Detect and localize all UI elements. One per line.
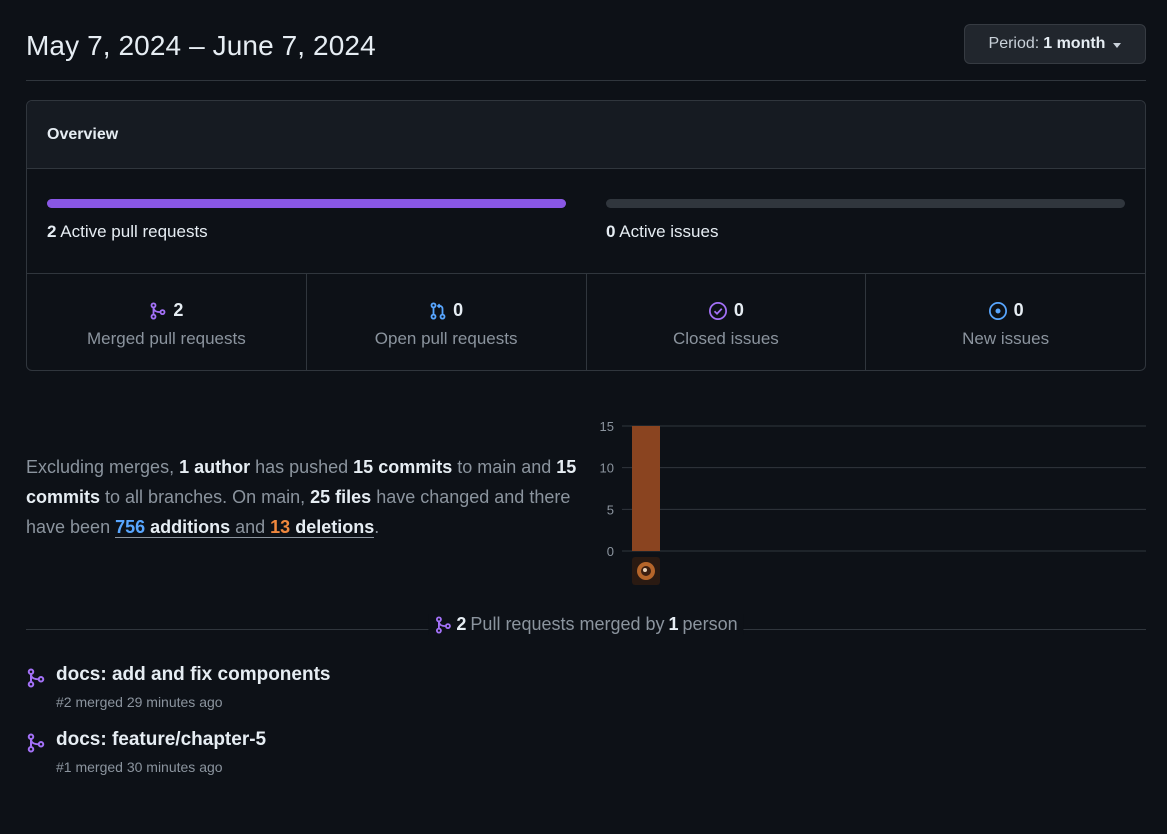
merged-icon (435, 615, 451, 634)
chart-y-tick-label: 15 (600, 419, 614, 434)
list-item: docs: feature/chapter-5 #1 merged 30 min… (26, 729, 726, 781)
stat-new-issues-value: 0 (1013, 300, 1024, 320)
stats-row: 2 Merged pull requests 0 Open pull reque… (27, 273, 1145, 370)
active-issues-text: Active issues (619, 222, 719, 241)
active-prs-text: Active pull requests (60, 222, 208, 241)
summary-text: to main and (452, 457, 557, 477)
active-prs-label[interactable]: 2 Active pull requests (47, 222, 208, 242)
summary-files: 25 files (310, 487, 372, 507)
merged-divider: 2 Pull requests merged by 1 person (26, 611, 1146, 641)
period-label: Period: (988, 35, 1040, 52)
list-item: docs: add and fix components #2 merged 2… (26, 664, 726, 716)
chart-bar[interactable] (632, 426, 660, 551)
stat-new-issues[interactable]: 0 New issues (866, 274, 1145, 370)
merged-summary: 2 Pull requests merged by 1 person (428, 614, 744, 635)
merged-people-count: 1 (668, 614, 679, 634)
stat-closed-issues-value: 0 (733, 300, 744, 320)
check-circle-icon (708, 301, 727, 320)
summary-commits-main: 15 commits (353, 457, 453, 477)
commits-chart: 0 5 10 15 (600, 419, 1146, 585)
deletions-count: 13 (270, 517, 291, 537)
changes-link[interactable]: 756 additions and 13 deletions (115, 517, 375, 538)
active-issues-count: 0 (606, 222, 616, 241)
active-issues-bar (606, 199, 1125, 208)
summary-text: and (230, 517, 271, 537)
active-prs-bar (47, 199, 566, 208)
merged-icon (150, 301, 166, 320)
stat-merged-prs-value: 2 (173, 300, 184, 320)
period-value: 1 month (1043, 35, 1106, 52)
header: May 7, 2024 – June 7, 2024 Period: 1 mon… (26, 24, 1146, 81)
merged-text-2: person (682, 614, 738, 634)
overview-panel: Overview 2 Active pull requests 0 Active… (26, 100, 1146, 371)
stat-new-issues-label: New issues (962, 329, 1050, 348)
pull-request-icon (430, 301, 446, 320)
summary-text: . (374, 517, 380, 537)
additions-label: additions (145, 517, 231, 537)
stat-open-prs[interactable]: 0 Open pull requests (307, 274, 587, 370)
overview-title: Overview (47, 126, 119, 143)
pr-title-link[interactable]: docs: add and fix components (56, 664, 330, 686)
pr-title-link[interactable]: docs: feature/chapter-5 (56, 729, 266, 751)
chart-y-tick-label: 5 (607, 502, 614, 517)
active-prs-bar-fill (47, 199, 566, 208)
stat-merged-prs[interactable]: 2 Merged pull requests (27, 274, 307, 370)
issue-opened-icon (988, 301, 1007, 320)
additions-count: 756 (115, 517, 146, 537)
caret-down-icon (1113, 42, 1122, 48)
date-range-title: May 7, 2024 – June 7, 2024 (26, 30, 376, 61)
summary-text: Excluding merges, (26, 457, 180, 477)
deletions-label: deletions (290, 517, 375, 537)
chart-y-tick-label: 10 (600, 461, 614, 476)
summary-authors: 1 author (179, 457, 251, 477)
overview-header: Overview (27, 101, 1145, 169)
pr-meta: #2 merged 29 minutes ago (56, 694, 223, 710)
active-issues-label[interactable]: 0 Active issues (606, 222, 718, 242)
merged-icon (27, 733, 45, 753)
stat-closed-issues-label: Closed issues (672, 329, 779, 348)
stat-open-prs-label: Open pull requests (374, 329, 518, 348)
commit-summary: Excluding merges, 1 author has pushed 15… (26, 452, 586, 542)
stat-merged-prs-label: Merged pull requests (86, 329, 246, 348)
merged-count: 2 (456, 614, 467, 634)
stat-closed-issues[interactable]: 0 Closed issues (587, 274, 867, 370)
summary-text: to all branches. On main, (100, 487, 311, 507)
summary-text: has pushed (250, 457, 354, 477)
active-prs-count: 2 (47, 222, 57, 241)
avatar[interactable] (632, 557, 660, 585)
chart-y-tick-label: 0 (607, 544, 614, 559)
stat-open-prs-value: 0 (453, 300, 464, 320)
period-dropdown-button[interactable]: Period: 1 month (964, 24, 1146, 64)
pr-meta: #1 merged 30 minutes ago (56, 759, 223, 775)
merged-icon (27, 668, 45, 688)
merged-text: Pull requests merged by (470, 614, 665, 634)
